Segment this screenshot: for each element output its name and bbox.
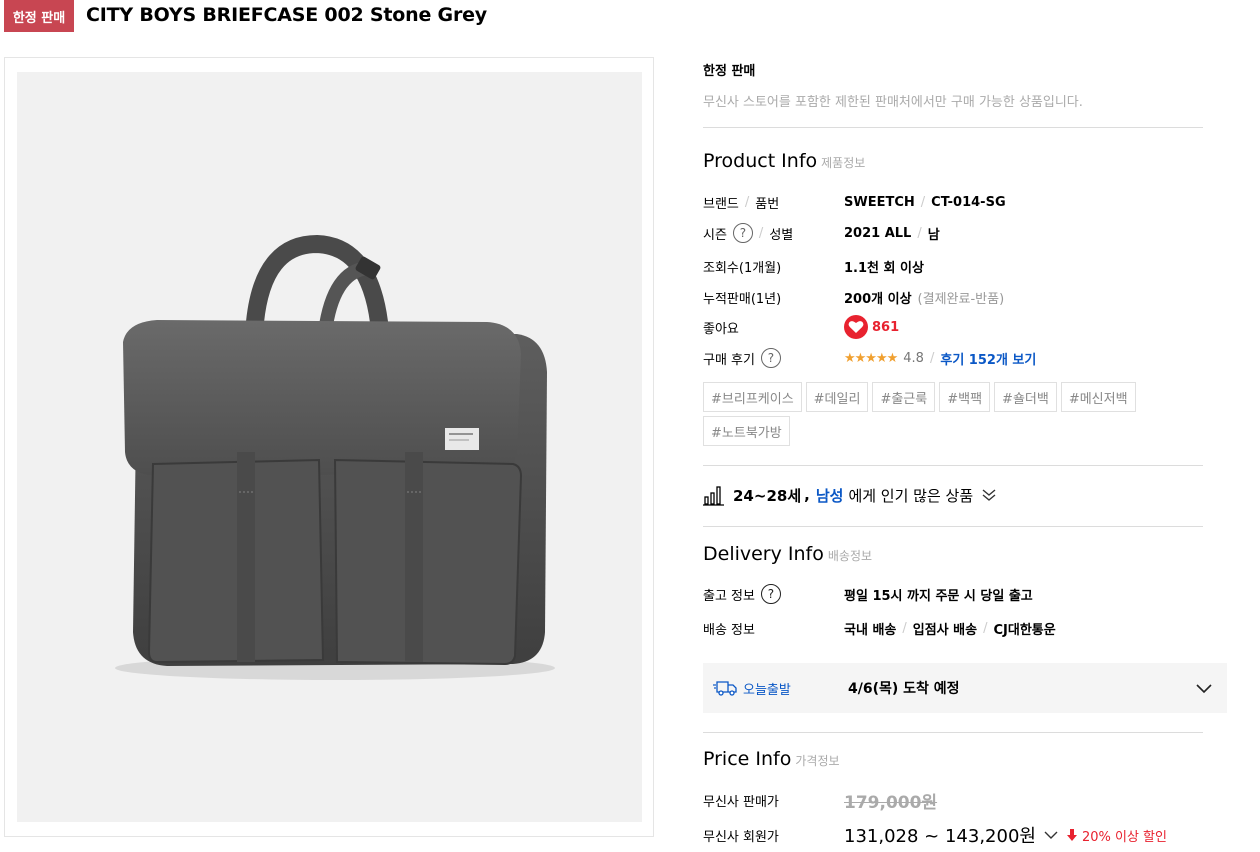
season-value: 2021 ALL bbox=[844, 225, 912, 241]
sales-note: (결제완료-반품) bbox=[917, 291, 1005, 307]
popular-age: 24~28세 bbox=[733, 486, 802, 505]
sales-label: 누적판매(1년) bbox=[703, 291, 782, 307]
product-title: CITY BOYS BRIEFCASE 002 Stone Grey bbox=[86, 4, 487, 26]
briefcase-image bbox=[115, 234, 555, 680]
divider bbox=[703, 465, 1203, 466]
product-info-subtitle: 제품정보 bbox=[821, 156, 866, 170]
shipping-domestic: 국내 배송 bbox=[844, 622, 897, 638]
product-detail-panel: 한정 판매 무신사 스토어를 포함한 제한된 판매처에서만 구매 가능한 상품입… bbox=[703, 0, 1227, 852]
price-info-heading: Price Info 가격정보 bbox=[703, 748, 840, 770]
review-row: 구매 후기? ★★★★★ 4.8 / 후기 152개 보기 bbox=[703, 348, 1227, 368]
brand-label: 브랜드 bbox=[703, 196, 739, 212]
price-info-subtitle: 가격정보 bbox=[795, 754, 840, 768]
limited-sale-description: 무신사 스토어를 포함한 제한된 판매처에서만 구매 가능한 상품입니다. bbox=[703, 95, 1083, 110]
rating-value: 4.8 bbox=[903, 350, 924, 366]
member-price: 131,028 ~ 143,200원 bbox=[844, 826, 1036, 847]
sale-price-row: 무신사 판매가 179,000원 bbox=[703, 788, 1227, 813]
popular-separator: , bbox=[804, 486, 810, 504]
divider bbox=[703, 127, 1203, 128]
discount-info: 20% 이상 할인 bbox=[1066, 826, 1167, 845]
tag-item[interactable]: #백팩 bbox=[939, 382, 991, 412]
today-dispatch-label: 오늘출발 bbox=[743, 682, 791, 698]
likes-count: 861 bbox=[872, 319, 900, 335]
dispatch-value: 평일 15시 까지 주문 시 당일 출고 bbox=[844, 588, 1033, 604]
views-value: 1.1천 회 이상 bbox=[844, 260, 924, 276]
part-label: 품번 bbox=[755, 196, 780, 212]
views-row: 조회수(1개월) 1.1천 회 이상 bbox=[703, 256, 1227, 276]
sales-row: 누적판매(1년) 200개 이상 (결제완료-반품) bbox=[703, 287, 1227, 307]
season-label: 시즌 bbox=[703, 227, 727, 243]
season-row: 시즌? / 성별 2021 ALL / 남 bbox=[703, 223, 1227, 243]
member-price-label: 무신사 회원가 bbox=[703, 829, 779, 845]
tag-item[interactable]: #숄더백 bbox=[994, 382, 1057, 412]
gender-value: 남 bbox=[927, 227, 940, 243]
likes-label: 좋아요 bbox=[703, 321, 739, 337]
popular-suffix: 에게 인기 많은 상품 bbox=[848, 486, 974, 505]
today-dispatch-box[interactable]: 오늘출발 4/6(목) 도착 예정 bbox=[703, 663, 1227, 713]
shipping-vendor: 입점사 배송 bbox=[912, 622, 978, 638]
dispatch-label: 출고 정보 bbox=[703, 588, 755, 604]
price-info-title: Price Info bbox=[703, 748, 792, 770]
arrival-estimate: 4/6(목) 도착 예정 bbox=[848, 681, 960, 697]
sales-value: 200개 이상 bbox=[844, 291, 912, 307]
product-info-heading: Product Info 제품정보 bbox=[703, 150, 865, 172]
original-price: 179,000원 bbox=[844, 792, 938, 813]
review-link[interactable]: 후기 152개 보기 bbox=[940, 349, 1036, 368]
tag-item[interactable]: #데일리 bbox=[805, 382, 869, 412]
truck-icon bbox=[713, 681, 737, 696]
popular-gender: 남성 bbox=[815, 486, 844, 505]
tag-item[interactable]: #노트북가방 bbox=[703, 416, 790, 446]
gender-label: 성별 bbox=[769, 227, 794, 243]
bar-chart-icon bbox=[703, 486, 724, 506]
popular-with[interactable]: 24~28세 , 남성 에게 인기 많은 상품 bbox=[703, 484, 997, 506]
delivery-info-heading: Delivery Info 배송정보 bbox=[703, 543, 872, 565]
brand-row: 브랜드 / 품번 SWEETCH / CT-014-SG bbox=[703, 194, 1006, 212]
arrow-down-icon bbox=[1066, 829, 1077, 841]
part-number: CT-014-SG bbox=[931, 194, 1006, 210]
product-info-title: Product Info bbox=[703, 150, 818, 172]
tag-item[interactable]: #브리프케이스 bbox=[703, 382, 802, 412]
limited-badge: 한정 판매 bbox=[4, 0, 74, 32]
heart-icon[interactable] bbox=[844, 315, 868, 339]
help-icon[interactable]: ? bbox=[732, 223, 753, 243]
divider bbox=[703, 732, 1203, 733]
review-label: 구매 후기 bbox=[703, 352, 755, 368]
product-image-frame bbox=[4, 57, 654, 837]
brand-value[interactable]: SWEETCH bbox=[844, 195, 915, 210]
tag-item[interactable]: #출근룩 bbox=[872, 382, 936, 412]
delivery-info-subtitle: 배송정보 bbox=[827, 549, 873, 563]
star-rating-icon: ★★★★★ bbox=[844, 350, 898, 366]
likes-row: 좋아요 861 bbox=[703, 315, 1227, 339]
views-label: 조회수(1개월) bbox=[703, 260, 782, 276]
shipping-carrier: CJ대한통운 bbox=[993, 622, 1056, 638]
tag-item[interactable]: #메신저백 bbox=[1060, 382, 1136, 412]
shipping-label: 배송 정보 bbox=[703, 622, 755, 638]
limited-sale-title: 한정 판매 bbox=[703, 64, 756, 79]
shipping-row: 배송 정보 국내 배송 / 입점사 배송 / CJ대한통운 bbox=[703, 620, 1056, 638]
divider bbox=[703, 526, 1203, 527]
member-price-row: 무신사 회원가 131,028 ~ 143,200원 20% 이상 할인 bbox=[703, 823, 1227, 847]
help-icon[interactable]: ? bbox=[760, 584, 781, 604]
delivery-info-title: Delivery Info bbox=[703, 543, 824, 565]
tag-list: #브리프케이스 #데일리 #출근룩 #백팩 #숄더백 #메신저백 #노트북가방 bbox=[703, 382, 1183, 446]
chevron-down-icon[interactable] bbox=[1044, 830, 1058, 840]
dispatch-row: 출고 정보? 평일 15시 까지 주문 시 당일 출고 bbox=[703, 584, 1227, 604]
discount-text: 20% 이상 할인 bbox=[1081, 829, 1167, 845]
double-chevron-down-icon bbox=[982, 489, 996, 501]
product-image[interactable] bbox=[17, 72, 642, 822]
sale-price-label: 무신사 판매가 bbox=[703, 794, 779, 810]
help-icon[interactable]: ? bbox=[760, 348, 781, 368]
chevron-down-icon[interactable] bbox=[1195, 679, 1213, 697]
